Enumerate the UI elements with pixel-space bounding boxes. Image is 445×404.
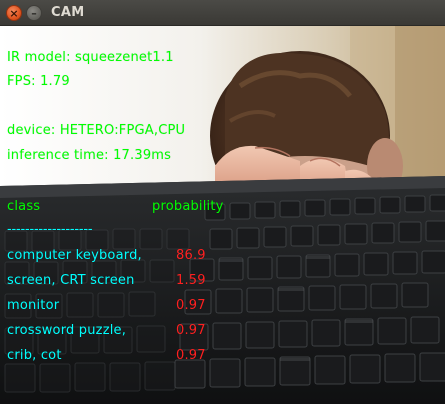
result-label: monitor [7,298,60,313]
inference-time: inference time: 17.39ms [7,148,172,163]
camera-window: × – CAM IR model: squeezenet1.1 FPS: 1.7… [0,0,445,404]
result-probability: 1.59 [176,273,206,288]
result-probability: 0.97 [176,298,206,313]
camera-feed: IR model: squeezenet1.1 FPS: 1.79 device… [0,26,445,404]
minimize-icon[interactable]: – [26,5,42,21]
class-column-header: class [7,199,41,214]
probability-column-header: probability [152,199,224,214]
model-info: IR model: squeezenet1.1 [7,50,174,65]
result-probability: 0.97 [176,348,206,363]
result-probability: 0.97 [176,323,206,338]
detection-overlay: IR model: squeezenet1.1 FPS: 1.79 device… [0,26,445,404]
separator-line: ------------------- [7,222,93,237]
result-label: crib, cot [7,348,62,363]
close-icon[interactable]: × [6,5,22,21]
result-label: screen, CRT screen [7,273,135,288]
device-info: device: HETERO:FPGA,CPU [7,123,186,138]
result-label: crossword puzzle, [7,323,127,338]
result-label: computer keyboard, [7,248,142,263]
fps-readout: FPS: 1.79 [7,74,70,89]
title-bar[interactable]: × – CAM [0,0,445,26]
result-probability: 86.9 [176,248,206,263]
window-title: CAM [51,5,85,20]
